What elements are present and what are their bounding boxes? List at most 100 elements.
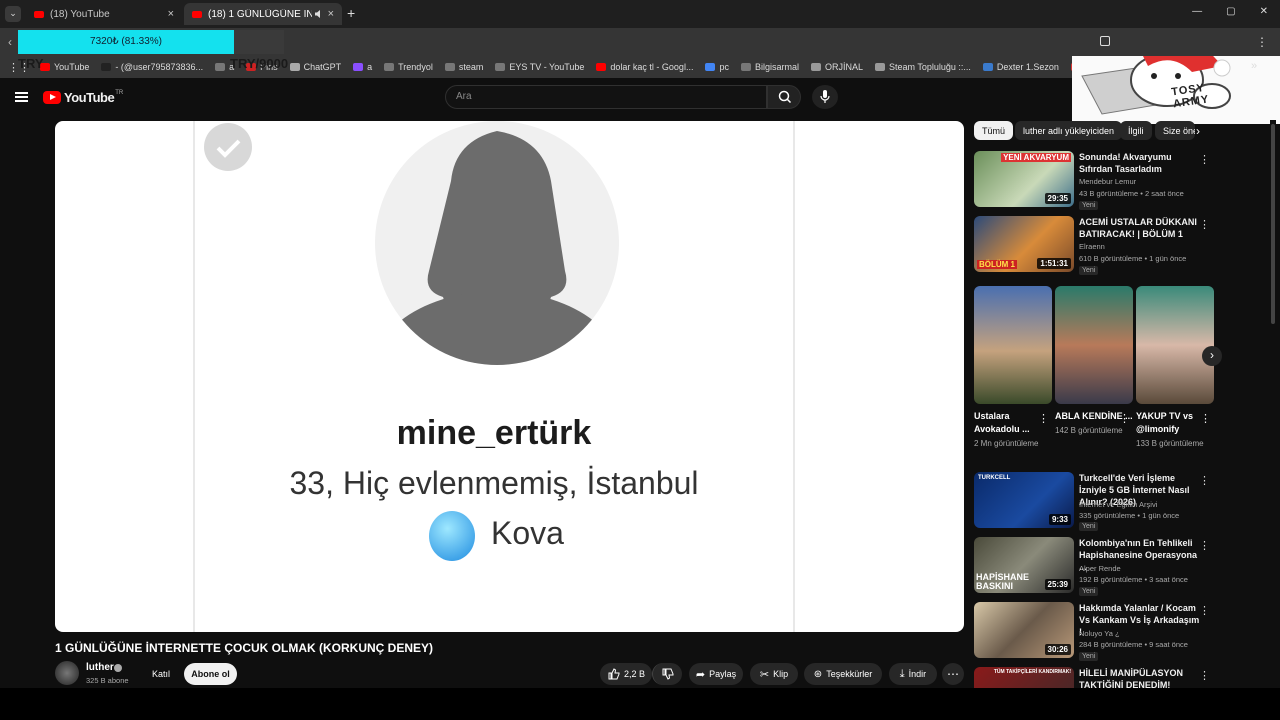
chip-all[interactable]: Tümü: [974, 121, 1014, 140]
close-window-icon[interactable]: ✕: [1260, 6, 1268, 17]
list-item[interactable]: BÖLÜM 1 1:51:31 ACEMİ USTALAR DÜKKANI BA…: [974, 216, 1210, 276]
bookmark-item[interactable]: dolar kaç tl - Googl...: [596, 62, 693, 72]
more-actions-button[interactable]: ⋯: [942, 663, 964, 685]
bookmark-favicon-icon: [495, 63, 506, 71]
more-options-icon[interactable]: ⋮: [1119, 412, 1130, 425]
thanks-icon: ⊛: [813, 668, 823, 680]
short-item[interactable]: YAKUP TV vs @limonify 133 B görüntüleme …: [1136, 286, 1214, 450]
channel-avatar[interactable]: [55, 661, 79, 685]
list-item[interactable]: HAPİSHANE BASKINI 25:39 Kolombiya'nın En…: [974, 537, 1210, 597]
channel-name[interactable]: Noluyo Ya ¿: [1079, 629, 1120, 638]
back-arrow-icon[interactable]: ‹: [8, 35, 12, 49]
duration-badge: 30:26: [1044, 644, 1071, 655]
like-button[interactable]: 2,2 B: [600, 663, 652, 685]
short-thumbnail[interactable]: [1136, 286, 1214, 404]
menu-icon[interactable]: [15, 92, 28, 102]
share-button[interactable]: ➦ Paylaş: [689, 663, 743, 685]
clip-button[interactable]: ✂ Klip: [750, 663, 798, 685]
tab-close-icon[interactable]: ×: [328, 8, 334, 20]
thanks-button[interactable]: ⊛ Teşekkürler: [804, 663, 882, 685]
chips-next-icon[interactable]: ›: [1196, 124, 1200, 138]
list-item[interactable]: 30:26 Hakkımda Yalanlar / Kocam Vs Kanka…: [974, 602, 1210, 662]
browser-menu-icon[interactable]: ⋮: [1256, 35, 1268, 49]
chip-recommended[interactable]: Size öneri: [1155, 121, 1195, 140]
browser-tab-bar: ⌄ (18) YouTube × (18) 1 GÜNLÜĞÜNE İNTERN…: [0, 0, 1280, 28]
channel-name[interactable]: luther: [86, 662, 114, 673]
video-thumbnail[interactable]: YENİ AKVARYUM 29:35: [974, 151, 1074, 207]
more-options-icon[interactable]: ⋮: [1199, 669, 1210, 682]
more-options-icon[interactable]: ⋮: [1038, 412, 1049, 425]
video-player[interactable]: mine_ertürk 33, Hiç evlenmemiş, İstanbul…: [55, 121, 964, 632]
bookmark-item[interactable]: ChatGPT: [289, 62, 341, 72]
tab-video[interactable]: (18) 1 GÜNLÜĞÜNE İNTERN ×: [184, 3, 342, 25]
bookmark-item[interactable]: YouTube: [40, 62, 89, 72]
chip-related[interactable]: İlgili: [1120, 121, 1152, 140]
bookmark-item[interactable]: a: [353, 62, 372, 72]
video-title[interactable]: Sonunda! Akvaryumu Sıfırdan Tasarladım: [1079, 151, 1204, 175]
video-stats: 610 B görüntüleme • 1 gün önce: [1079, 254, 1187, 263]
scrollbar-thumb[interactable]: [1271, 124, 1275, 324]
tab-close-icon[interactable]: ×: [168, 8, 174, 20]
maximize-icon[interactable]: ▢: [1226, 6, 1235, 17]
new-tab-button[interactable]: +: [347, 5, 355, 21]
video-title[interactable]: ACEMİ USTALAR DÜKKANI BATIRACAK! | BÖLÜM…: [1079, 216, 1204, 240]
bookmark-item[interactable]: Steam Topluluğu ::...: [875, 62, 971, 72]
tab-youtube[interactable]: (18) YouTube ×: [26, 3, 182, 25]
channel-name[interactable]: Mendebur Lemur: [1079, 177, 1136, 186]
list-item[interactable]: TURKCELL 9:33 Turkcell'de Veri İşleme İz…: [974, 472, 1210, 532]
bookmark-favicon-icon: [740, 63, 751, 71]
bookmark-item[interactable]: Bilgisarmal: [740, 62, 799, 72]
video-stats: 192 B görüntüleme • 3 saat önce: [1079, 575, 1188, 584]
bookmark-item[interactable]: - (@user795873836...: [101, 62, 203, 72]
video-thumbnail[interactable]: 30:26: [974, 602, 1074, 658]
bookmark-item[interactable]: pc: [705, 62, 729, 72]
bookmark-item[interactable]: Trendyol: [384, 62, 433, 72]
video-thumbnail[interactable]: HAPİSHANE BASKINI 25:39: [974, 537, 1074, 593]
bottom-bar: [0, 688, 1280, 720]
video-thumbnail[interactable]: BÖLÜM 1 1:51:31: [974, 216, 1074, 272]
microphone-icon: [820, 90, 830, 103]
chip-from-uploader[interactable]: luther adlı yükleyiciden: [1015, 121, 1123, 140]
short-thumbnail[interactable]: [974, 286, 1052, 404]
search-button[interactable]: [767, 85, 801, 109]
youtube-logo[interactable]: YouTube TR: [43, 90, 123, 105]
list-item[interactable]: YENİ AKVARYUM 29:35 Sonunda! Akvaryumu S…: [974, 151, 1210, 211]
short-thumbnail[interactable]: [1055, 286, 1133, 404]
more-options-icon[interactable]: ⋮: [1199, 474, 1210, 487]
install-app-icon[interactable]: [1100, 36, 1110, 46]
subscribe-button[interactable]: Abone ol: [184, 663, 237, 685]
youtube-favicon-icon: [192, 10, 202, 18]
short-item[interactable]: ABLA KENDİNE ... 142 B görüntüleme ⋮: [1055, 286, 1133, 437]
tab-menu-button[interactable]: ⌄: [5, 6, 21, 22]
more-options-icon[interactable]: ⋮: [1199, 153, 1210, 166]
more-bookmarks-icon[interactable]: »: [1251, 60, 1257, 72]
channel-name[interactable]: İnternet ve Eğitim Arşivi: [1079, 500, 1157, 509]
speaker-icon[interactable]: [314, 9, 324, 19]
bookmark-item[interactable]: ORJİNAL: [810, 62, 863, 72]
channel-name[interactable]: Elraenn: [1079, 242, 1105, 251]
dislike-button[interactable]: [652, 663, 682, 685]
bookmark-label: dolar kaç tl - Googl...: [610, 62, 694, 72]
minimize-icon[interactable]: —: [1192, 6, 1202, 17]
bookmark-favicon-icon: [810, 63, 821, 71]
currency-overlay-right: TRY/9000: [230, 56, 289, 71]
verified-icon: [114, 664, 122, 672]
short-item[interactable]: Ustalara Avokadolu ... 2 Mn görüntüleme …: [974, 286, 1052, 450]
join-button[interactable]: Katıl: [144, 663, 178, 685]
download-button[interactable]: ⤓ İndir: [889, 663, 937, 685]
voice-search-button[interactable]: [812, 85, 838, 109]
shorts-next-button[interactable]: ›: [1202, 346, 1222, 366]
video-thumbnail[interactable]: TURKCELL 9:33: [974, 472, 1074, 528]
scrollbar[interactable]: [1270, 120, 1276, 684]
more-options-icon[interactable]: ⋮: [1199, 218, 1210, 231]
bookmark-favicon-icon: [384, 63, 395, 71]
bookmark-item[interactable]: EYS TV - YouTube: [495, 62, 584, 72]
more-options-icon[interactable]: ⋮: [1199, 604, 1210, 617]
bookmark-item[interactable]: Dexter 1.Sezon: [982, 62, 1059, 72]
more-options-icon[interactable]: ⋮: [1199, 539, 1210, 552]
search-input[interactable]: Ara: [445, 85, 767, 109]
more-options-icon[interactable]: ⋮: [1200, 412, 1211, 425]
bookmark-item[interactable]: steam: [444, 62, 483, 72]
channel-name[interactable]: Alper Rende: [1079, 564, 1121, 573]
donation-progress-bar: 7320₺ (81.33%): [18, 30, 284, 54]
